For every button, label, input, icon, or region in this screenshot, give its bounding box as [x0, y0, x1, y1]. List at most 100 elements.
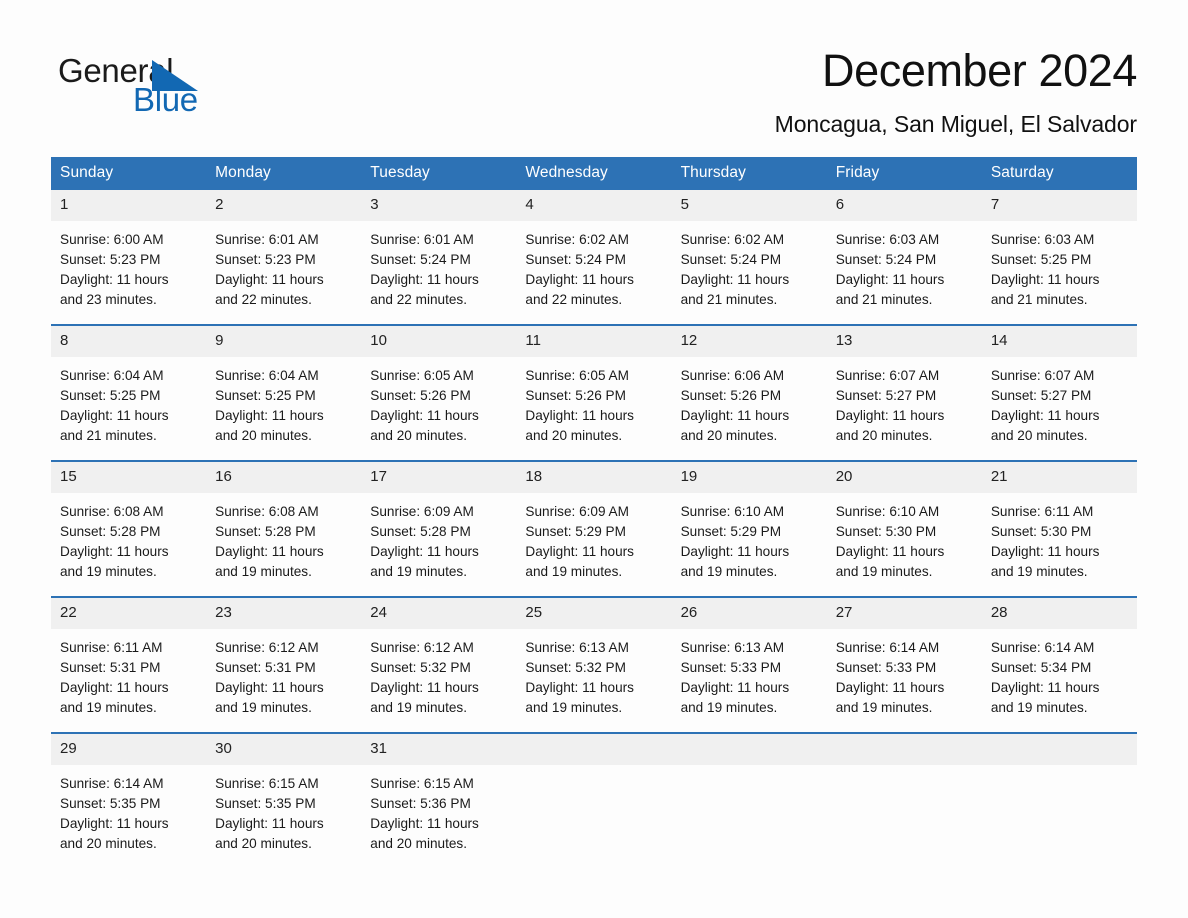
calendar-day-cell[interactable]: 28 Sunrise: 6:14 AM Sunset: 5:34 PM Dayl…	[981, 596, 1137, 733]
calendar-day-cell[interactable]: 21 Sunrise: 6:11 AM Sunset: 5:30 PM Dayl…	[981, 460, 1137, 597]
calendar-day-cell[interactable]: 19 Sunrise: 6:10 AM Sunset: 5:29 PM Dayl…	[671, 460, 827, 597]
daylight-text-line2: and 19 minutes.	[60, 564, 157, 579]
sunset-text: Sunset: 5:25 PM	[60, 388, 161, 403]
calendar-day-cell[interactable]: 23 Sunrise: 6:12 AM Sunset: 5:31 PM Dayl…	[206, 596, 362, 733]
calendar-day-cell[interactable]: 13 Sunrise: 6:07 AM Sunset: 5:27 PM Dayl…	[826, 324, 982, 461]
daylight-text-line2: and 19 minutes.	[990, 564, 1088, 579]
calendar-day-cell[interactable]: 25 Sunrise: 6:13 AM Sunset: 5:32 PM Dayl…	[516, 596, 672, 733]
sunset-text: Sunset: 5:32 PM	[525, 660, 626, 675]
day-details: Sunrise: 6:08 AM Sunset: 5:28 PM Dayligh…	[206, 493, 361, 596]
daylight-text-line1: Daylight: 11 hours	[215, 816, 324, 831]
day-number: 7	[981, 190, 1137, 221]
sunset-text: Sunset: 5:29 PM	[525, 524, 626, 539]
sunset-text: Sunset: 5:23 PM	[215, 252, 316, 267]
day-number: 30	[206, 734, 362, 765]
sunset-text: Sunset: 5:29 PM	[680, 524, 782, 539]
daylight-text-line1: Daylight: 11 hours	[990, 272, 1100, 287]
calendar-day-cell[interactable]: 18 Sunrise: 6:09 AM Sunset: 5:29 PM Dayl…	[516, 460, 672, 597]
sunrise-text: Sunrise: 6:14 AM	[990, 640, 1095, 655]
calendar-day-cell[interactable]: 22 Sunrise: 6:11 AM Sunset: 5:31 PM Dayl…	[51, 596, 207, 733]
day-number: 22	[51, 598, 207, 629]
day-details: Sunrise: 6:02 AM Sunset: 5:24 PM Dayligh…	[672, 221, 827, 324]
sunset-text: Sunset: 5:24 PM	[835, 252, 937, 267]
day-number: 8	[51, 326, 207, 357]
daylight-text-line2: and 20 minutes.	[370, 836, 468, 851]
day-details: Sunrise: 6:05 AM Sunset: 5:26 PM Dayligh…	[516, 357, 671, 460]
daylight-text-line1: Daylight: 11 hours	[835, 544, 945, 559]
day-number: 23	[206, 598, 362, 629]
daylight-text-line2: and 22 minutes.	[215, 292, 312, 307]
daylight-text-line2: and 20 minutes.	[215, 428, 312, 443]
sunrise-text: Sunrise: 6:01 AM	[215, 232, 319, 247]
sunset-text: Sunset: 5:32 PM	[370, 660, 471, 675]
sunset-text: Sunset: 5:30 PM	[835, 524, 937, 539]
calendar-day-cell[interactable]: 26 Sunrise: 6:13 AM Sunset: 5:33 PM Dayl…	[671, 596, 827, 733]
day-details: Sunrise: 6:08 AM Sunset: 5:28 PM Dayligh…	[51, 493, 206, 596]
generalblue-logo: General Blue	[58, 52, 278, 120]
calendar-day-cell[interactable]: 11 Sunrise: 6:05 AM Sunset: 5:26 PM Dayl…	[516, 324, 672, 461]
daylight-text-line2: and 19 minutes.	[215, 700, 312, 715]
calendar-day-cell[interactable]: 6 Sunrise: 6:03 AM Sunset: 5:24 PM Dayli…	[826, 190, 982, 325]
calendar-day-cell[interactable]: 30 Sunrise: 6:15 AM Sunset: 5:35 PM Dayl…	[206, 732, 362, 868]
calendar-day-cell[interactable]: 17 Sunrise: 6:09 AM Sunset: 5:28 PM Dayl…	[361, 460, 517, 597]
day-number	[981, 734, 1137, 765]
calendar-week-row: 29 Sunrise: 6:14 AM Sunset: 5:35 PM Dayl…	[51, 732, 1137, 868]
daylight-text-line2: and 19 minutes.	[525, 564, 623, 579]
sunrise-text: Sunrise: 6:03 AM	[990, 232, 1095, 247]
sunset-text: Sunset: 5:30 PM	[990, 524, 1092, 539]
daylight-text-line2: and 23 minutes.	[60, 292, 157, 307]
calendar-day-cell[interactable]: 7 Sunrise: 6:03 AM Sunset: 5:25 PM Dayli…	[981, 190, 1137, 325]
day-number: 18	[516, 462, 672, 493]
day-number: 14	[981, 326, 1137, 357]
calendar-day-cell[interactable]: 9 Sunrise: 6:04 AM Sunset: 5:25 PM Dayli…	[206, 324, 362, 461]
daylight-text-line1: Daylight: 11 hours	[60, 816, 169, 831]
daylight-text-line1: Daylight: 11 hours	[215, 272, 324, 287]
calendar-day-cell[interactable]: 15 Sunrise: 6:08 AM Sunset: 5:28 PM Dayl…	[51, 460, 207, 597]
daylight-text-line1: Daylight: 11 hours	[370, 544, 479, 559]
day-details: Sunrise: 6:05 AM Sunset: 5:26 PM Dayligh…	[361, 357, 516, 460]
sunset-text: Sunset: 5:28 PM	[60, 524, 161, 539]
calendar-day-cell[interactable]: 1 Sunrise: 6:00 AM Sunset: 5:23 PM Dayli…	[51, 190, 207, 325]
day-details: Sunrise: 6:12 AM Sunset: 5:31 PM Dayligh…	[206, 629, 361, 732]
calendar-day-cell[interactable]: 31 Sunrise: 6:15 AM Sunset: 5:36 PM Dayl…	[361, 732, 517, 868]
day-number: 19	[671, 462, 827, 493]
day-number: 28	[981, 598, 1137, 629]
weekday-header-friday: Friday	[826, 157, 982, 190]
daylight-text-line1: Daylight: 11 hours	[525, 408, 634, 423]
daylight-text-line2: and 20 minutes.	[370, 428, 468, 443]
calendar-day-cell[interactable]: 20 Sunrise: 6:10 AM Sunset: 5:30 PM Dayl…	[826, 460, 982, 597]
calendar-body: 1 Sunrise: 6:00 AM Sunset: 5:23 PM Dayli…	[51, 190, 1137, 868]
day-details: Sunrise: 6:04 AM Sunset: 5:25 PM Dayligh…	[206, 357, 361, 460]
sunset-text: Sunset: 5:27 PM	[990, 388, 1092, 403]
calendar-day-cell[interactable]: 8 Sunrise: 6:04 AM Sunset: 5:25 PM Dayli…	[51, 324, 207, 461]
day-details	[516, 765, 671, 868]
sunrise-text: Sunrise: 6:09 AM	[525, 504, 629, 519]
sunrise-text: Sunrise: 6:14 AM	[60, 776, 164, 791]
calendar-day-cell[interactable]: 14 Sunrise: 6:07 AM Sunset: 5:27 PM Dayl…	[981, 324, 1137, 461]
daylight-text-line1: Daylight: 11 hours	[990, 680, 1100, 695]
sunset-text: Sunset: 5:28 PM	[215, 524, 316, 539]
calendar-header-row: Sunday Monday Tuesday Wednesday Thursday…	[51, 157, 1137, 190]
calendar-day-cell[interactable]: 12 Sunrise: 6:06 AM Sunset: 5:26 PM Dayl…	[671, 324, 827, 461]
calendar-day-cell[interactable]: 24 Sunrise: 6:12 AM Sunset: 5:32 PM Dayl…	[361, 596, 517, 733]
calendar-day-cell[interactable]: 16 Sunrise: 6:08 AM Sunset: 5:28 PM Dayl…	[206, 460, 362, 597]
calendar-day-cell[interactable]: 29 Sunrise: 6:14 AM Sunset: 5:35 PM Dayl…	[51, 732, 207, 868]
sunrise-text: Sunrise: 6:10 AM	[835, 504, 940, 519]
sunset-text: Sunset: 5:36 PM	[370, 796, 471, 811]
day-number: 26	[671, 598, 827, 629]
day-details: Sunrise: 6:10 AM Sunset: 5:29 PM Dayligh…	[672, 493, 827, 596]
calendar-day-cell[interactable]: 3 Sunrise: 6:01 AM Sunset: 5:24 PM Dayli…	[361, 190, 517, 325]
calendar-day-cell[interactable]: 2 Sunrise: 6:01 AM Sunset: 5:23 PM Dayli…	[206, 190, 362, 325]
sunset-text: Sunset: 5:31 PM	[215, 660, 316, 675]
daylight-text-line1: Daylight: 11 hours	[215, 680, 324, 695]
day-details: Sunrise: 6:13 AM Sunset: 5:33 PM Dayligh…	[672, 629, 827, 732]
day-details: Sunrise: 6:10 AM Sunset: 5:30 PM Dayligh…	[827, 493, 982, 596]
daylight-text-line2: and 19 minutes.	[370, 700, 468, 715]
calendar-day-cell[interactable]: 27 Sunrise: 6:14 AM Sunset: 5:33 PM Dayl…	[826, 596, 982, 733]
daylight-text-line1: Daylight: 11 hours	[525, 272, 634, 287]
day-details: Sunrise: 6:12 AM Sunset: 5:32 PM Dayligh…	[361, 629, 516, 732]
day-details: Sunrise: 6:03 AM Sunset: 5:25 PM Dayligh…	[982, 221, 1137, 324]
calendar-day-cell[interactable]: 10 Sunrise: 6:05 AM Sunset: 5:26 PM Dayl…	[361, 324, 517, 461]
calendar-day-cell[interactable]: 5 Sunrise: 6:02 AM Sunset: 5:24 PM Dayli…	[671, 190, 827, 325]
calendar-day-cell[interactable]: 4 Sunrise: 6:02 AM Sunset: 5:24 PM Dayli…	[516, 190, 672, 325]
